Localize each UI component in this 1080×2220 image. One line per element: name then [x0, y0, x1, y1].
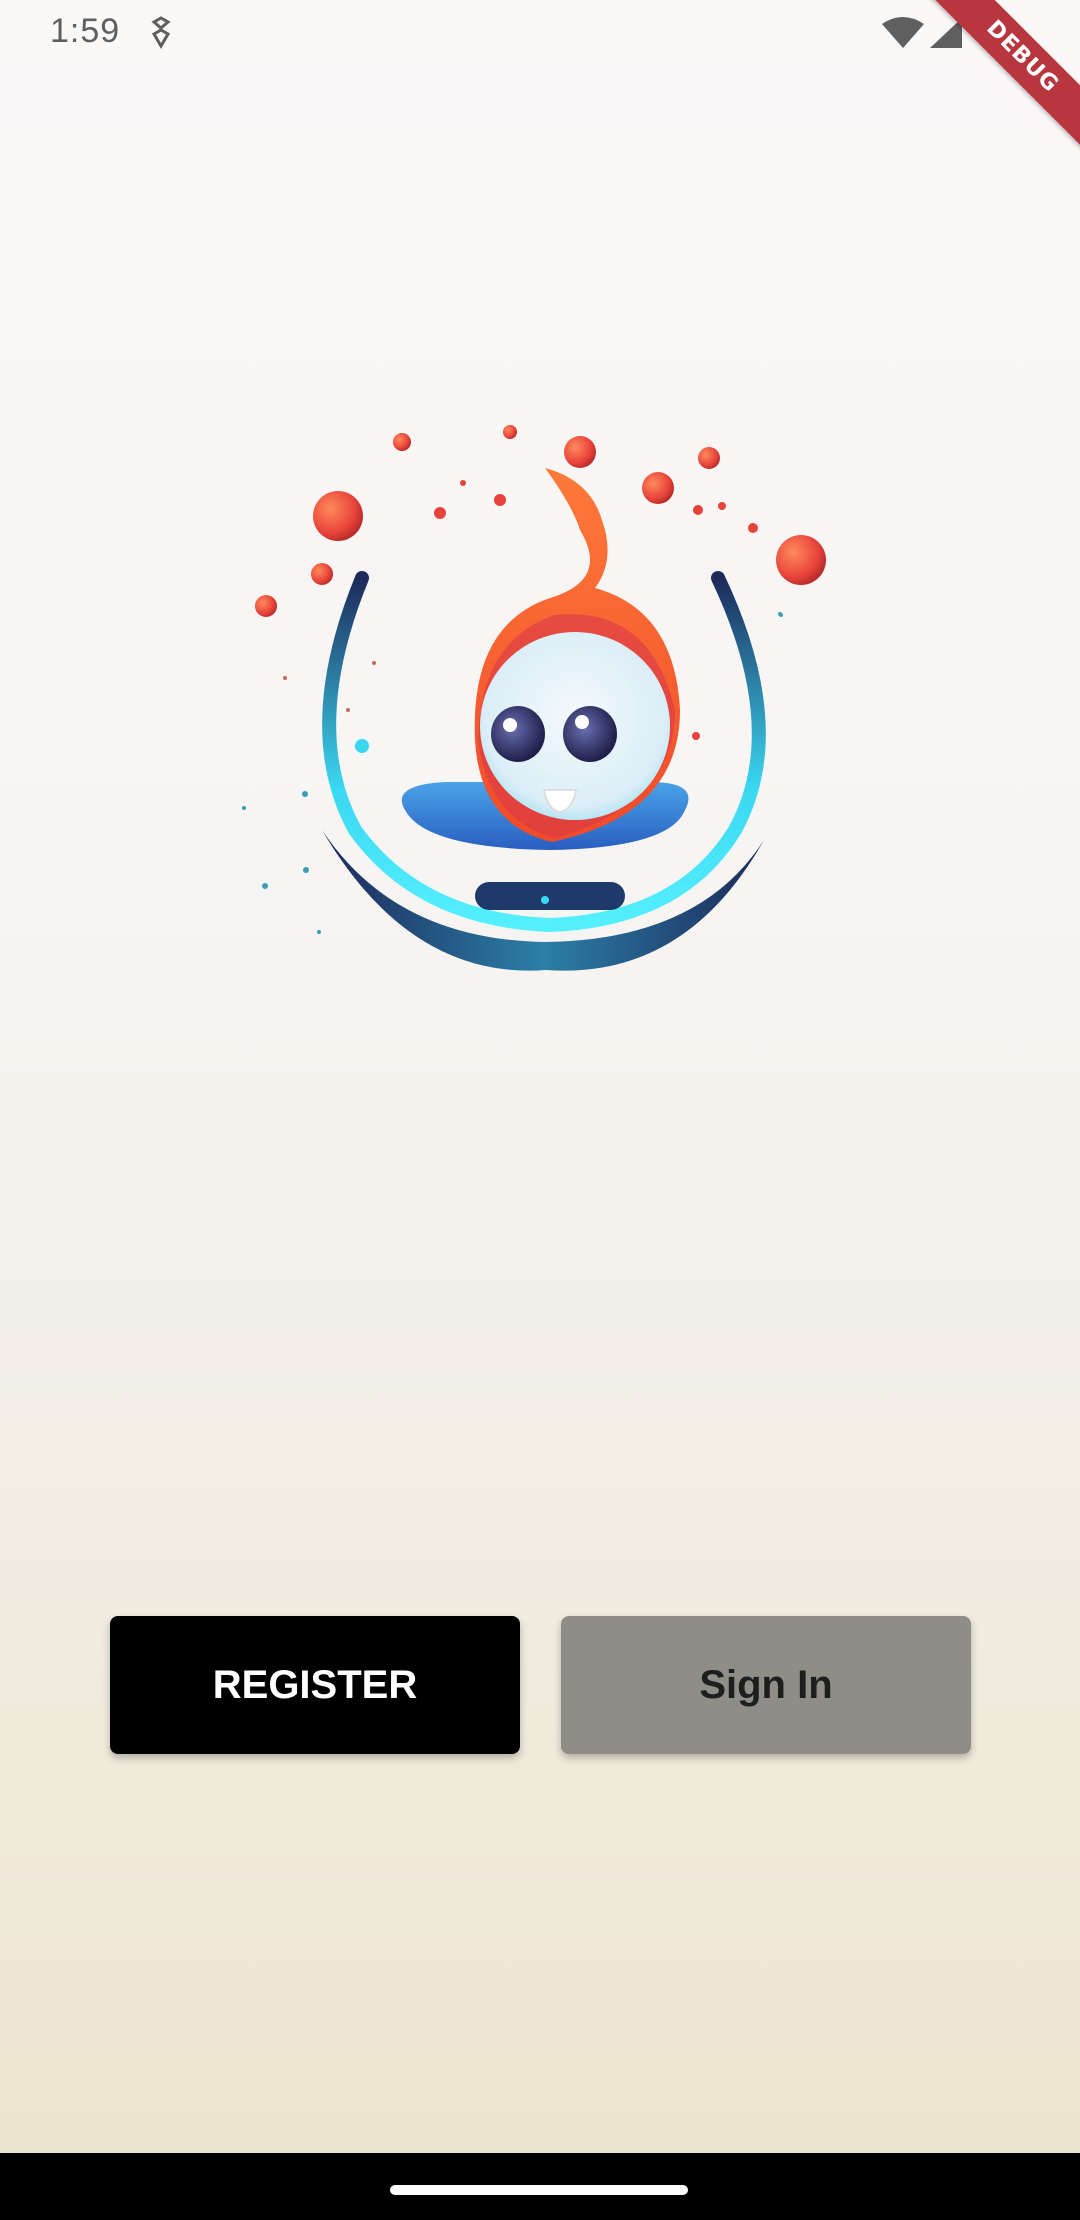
status-bar: 1:59 [0, 0, 1080, 66]
navigation-bar [0, 2153, 1080, 2220]
register-button[interactable]: REGISTER [110, 1616, 520, 1754]
flame-mascot-logo-icon [242, 425, 826, 971]
debug-banner: DEBUG [920, 0, 1080, 160]
auth-actions: REGISTER Sign In [110, 1616, 971, 1754]
status-time: 1:59 [50, 12, 121, 50]
sign-in-button[interactable]: Sign In [561, 1616, 971, 1754]
home-gesture-handle[interactable] [390, 2185, 688, 2195]
debug-label: DEBUG [922, 0, 1080, 157]
sim-card-icon [151, 16, 171, 49]
